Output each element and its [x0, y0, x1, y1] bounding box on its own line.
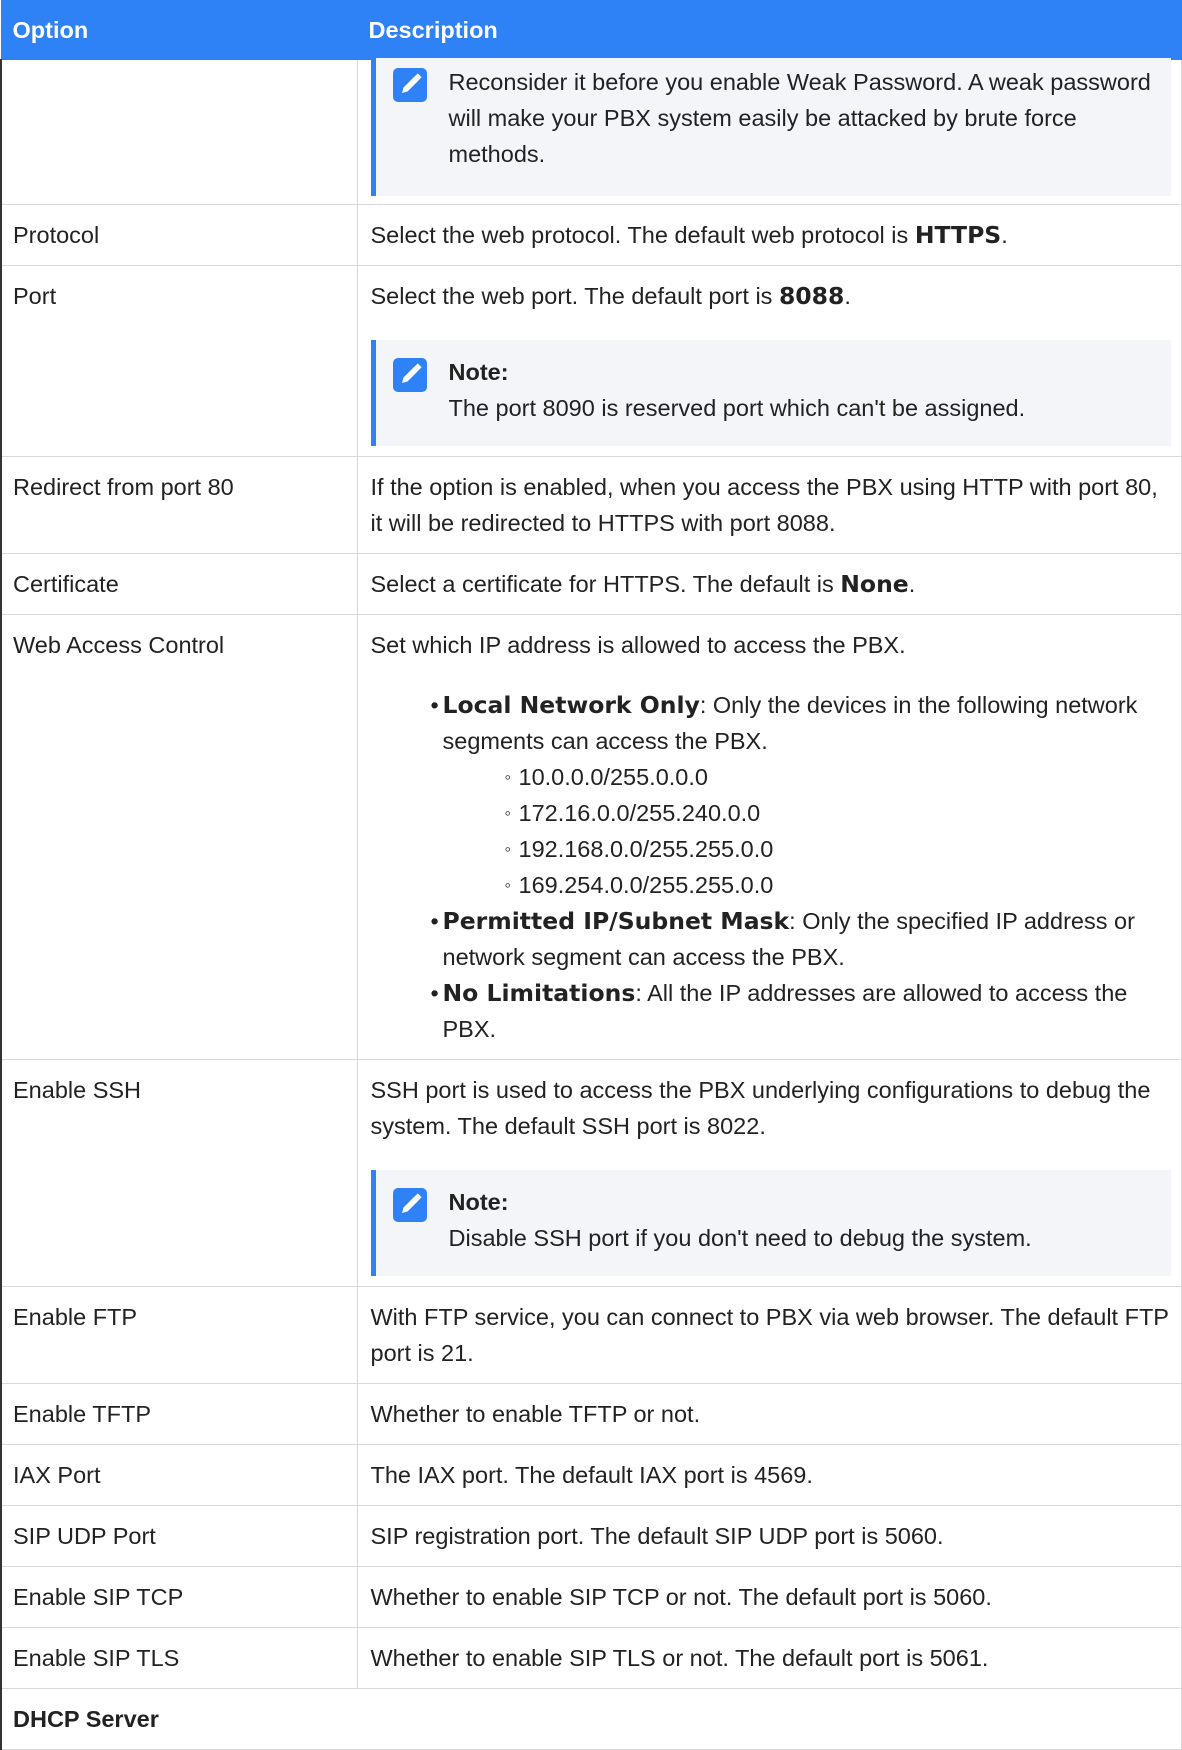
table-row-redirect: Redirect from port 80 If the option is e…: [0, 456, 1182, 554]
table-header-row: Option Description: [0, 0, 1182, 60]
table-row-protocol: Protocol Select the web protocol. The de…: [0, 204, 1182, 266]
description-cell: Select a certificate for HTTPS. The defa…: [356, 553, 1182, 615]
description-text: Select a certificate for HTTPS. The defa…: [370, 571, 841, 597]
default-value: HTTPS: [914, 221, 1002, 249]
option-label: Redirect from port 80: [0, 456, 358, 554]
option-label: Enable SIP TLS: [0, 1627, 358, 1689]
port-note: Note: The port 8090 is reserved port whi…: [370, 340, 1171, 446]
table-row-port: Port Select the web port. The default po…: [0, 265, 1182, 457]
note-text: The port 8090 is reserved port which can…: [448, 395, 1026, 421]
option-label: Port: [0, 265, 358, 457]
table-row-enable-ssh: Enable SSH SSH port is used to access th…: [0, 1059, 1182, 1287]
table-row-enable-ftp: Enable FTP With FTP service, you can con…: [0, 1286, 1182, 1384]
segment-item: 10.0.0.0/255.0.0.0: [505, 759, 1172, 795]
option-label: Web Access Control: [0, 614, 358, 1060]
pencil-edit-icon: [392, 1188, 427, 1222]
list-item: Permitted IP/Subnet Mask: Only the speci…: [431, 903, 1172, 975]
option-term: Permitted IP/Subnet Mask: [442, 907, 790, 935]
pencil-edit-icon: [392, 358, 427, 392]
option-label: Enable SIP TCP: [0, 1566, 358, 1628]
table-row-sip-udp-port: SIP UDP Port SIP registration port. The …: [0, 1505, 1182, 1567]
segment-item: 169.254.0.0/255.255.0.0: [505, 867, 1172, 903]
option-label: Enable SSH: [0, 1059, 358, 1287]
option-term: No Limitations: [442, 979, 636, 1007]
punctuation: .: [844, 283, 851, 309]
section-heading: DHCP Server: [0, 1688, 1182, 1750]
description-text: Whether to enable SIP TLS or not. The de…: [356, 1627, 1182, 1689]
segment-item: 172.16.0.0/255.240.0.0: [505, 795, 1172, 831]
table-row-iax-port: IAX Port The IAX port. The default IAX p…: [0, 1444, 1182, 1506]
table-row-enable-sip-tcp: Enable SIP TCP Whether to enable SIP TCP…: [0, 1566, 1182, 1628]
option-cell: [0, 59, 358, 205]
description-cell: Select the web port. The default port is…: [356, 265, 1182, 457]
access-options-list: Local Network Only: Only the devices in …: [371, 687, 1172, 1047]
option-label: IAX Port: [0, 1444, 358, 1506]
weak-password-note: Reconsider it before you enable Weak Pas…: [370, 58, 1171, 196]
table-row-certificate: Certificate Select a certificate for HTT…: [0, 553, 1182, 615]
description-text: With FTP service, you can connect to PBX…: [356, 1286, 1182, 1384]
table-row-weak-password-note: Reconsider it before you enable Weak Pas…: [0, 58, 1182, 205]
description-text: The IAX port. The default IAX port is 45…: [356, 1444, 1182, 1506]
punctuation: .: [908, 571, 916, 597]
description-text: SSH port is used to access the PBX under…: [370, 1077, 1151, 1139]
description-text: SIP registration port. The default SIP U…: [356, 1505, 1182, 1567]
description-cell: Reconsider it before you enable Weak Pas…: [356, 58, 1182, 205]
option-label: SIP UDP Port: [0, 1505, 358, 1567]
punctuation: .: [1001, 222, 1008, 248]
description-column-header: Description: [356, 0, 1182, 60]
list-item: No Limitations: All the IP addresses are…: [431, 975, 1172, 1047]
table-row-web-access-control: Web Access Control Set which IP address …: [0, 614, 1182, 1060]
table-row-enable-sip-tls: Enable SIP TLS Whether to enable SIP TLS…: [0, 1627, 1182, 1689]
description-text: Set which IP address is allowed to acces…: [370, 632, 906, 658]
option-label: Enable TFTP: [0, 1383, 358, 1445]
options-table: Option Description Reconsider it before …: [0, 0, 1182, 1750]
description-text: Select the web protocol. The default web…: [370, 222, 915, 248]
description-cell: SSH port is used to access the PBX under…: [356, 1059, 1182, 1287]
option-term: Local Network Only: [442, 691, 700, 719]
option-label: Enable FTP: [0, 1286, 358, 1384]
list-item: Local Network Only: Only the devices in …: [431, 687, 1172, 903]
note-text: Reconsider it before you enable Weak Pas…: [448, 69, 1151, 167]
segments-list: 10.0.0.0/255.0.0.0 172.16.0.0/255.240.0.…: [443, 759, 1172, 903]
default-value: None: [840, 570, 909, 598]
note-title: Note:: [448, 1189, 509, 1215]
note-text: Disable SSH port if you don't need to de…: [448, 1225, 1032, 1251]
option-label: Protocol: [0, 204, 358, 266]
segment-item: 192.168.0.0/255.255.0.0: [505, 831, 1172, 867]
description-cell: Set which IP address is allowed to acces…: [356, 614, 1182, 1060]
description-text: If the option is enabled, when you acces…: [356, 456, 1182, 554]
description-text: Whether to enable SIP TCP or not. The de…: [356, 1566, 1182, 1628]
ssh-note: Note: Disable SSH port if you don't need…: [370, 1170, 1171, 1276]
description-text: Whether to enable TFTP or not.: [356, 1383, 1182, 1445]
option-column-header: Option: [0, 0, 358, 60]
note-title: Note:: [448, 359, 509, 385]
description-cell: Select the web protocol. The default web…: [356, 204, 1182, 266]
pencil-edit-icon: [392, 68, 427, 102]
table-row-enable-tftp: Enable TFTP Whether to enable TFTP or no…: [0, 1383, 1182, 1445]
default-value: 8088: [778, 282, 845, 310]
description-text: Select the web port. The default port is: [370, 283, 779, 309]
table-section-row-dhcp: DHCP Server: [0, 1688, 1182, 1750]
option-label: Certificate: [0, 553, 358, 615]
